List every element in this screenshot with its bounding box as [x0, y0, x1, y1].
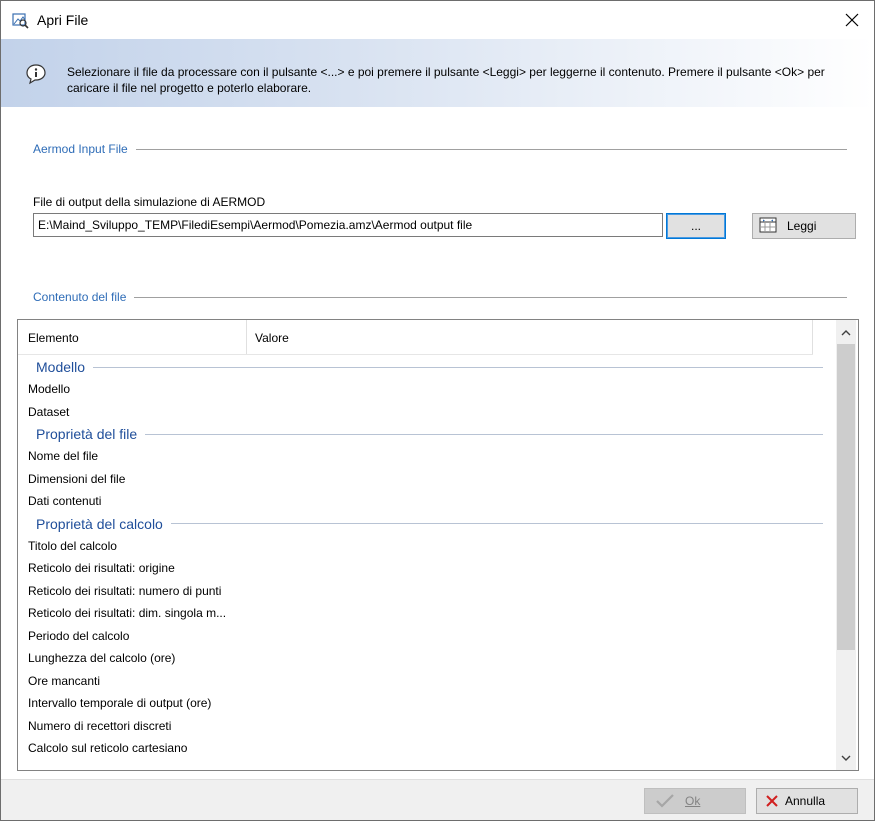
- category-divider: [145, 433, 823, 435]
- content-group: Contenuto del file: [33, 290, 847, 304]
- property-grid[interactable]: Elemento Valore Modello Modello Dataset …: [17, 319, 859, 771]
- banner-text: Selezionare il file da processare con il…: [67, 65, 825, 95]
- category-label: Proprietà del calcolo: [36, 515, 163, 532]
- input-group-title: Aermod Input File: [33, 142, 128, 156]
- grid-row[interactable]: Reticolo dei risultati: origine: [18, 557, 823, 580]
- grid-rows: Modello Modello Dataset Proprietà del fi…: [18, 356, 823, 760]
- read-button[interactable]: Leggi: [752, 213, 856, 239]
- grid-row[interactable]: Titolo del calcolo: [18, 535, 823, 558]
- grid-row[interactable]: Reticolo dei risultati: numero di punti: [18, 580, 823, 603]
- grid-row[interactable]: Ore mancanti: [18, 670, 823, 693]
- dialog-footer: Ok Annulla: [1, 779, 874, 820]
- group-divider: [134, 296, 847, 298]
- category-row[interactable]: Modello: [18, 356, 823, 378]
- close-icon: [845, 13, 859, 27]
- grid-row[interactable]: Calcolo sul reticolo cartesiano: [18, 737, 823, 760]
- chevron-up-icon: [841, 329, 851, 335]
- grid-header: Elemento Valore: [18, 320, 813, 355]
- checkmark-icon: [656, 794, 674, 808]
- info-banner: Selezionare il file da processare con il…: [1, 39, 874, 107]
- grid-row[interactable]: Reticolo dei risultati: dim. singola m..…: [18, 602, 823, 625]
- category-row[interactable]: Proprietà del file: [18, 423, 823, 445]
- column-header-valore[interactable]: Valore: [255, 331, 289, 345]
- grid-row[interactable]: Dati contenuti: [18, 490, 823, 513]
- file-path-input[interactable]: E:\Maind_Sviluppo_TEMP\FilediEsempi\Aerm…: [33, 213, 663, 237]
- title-bar: Apri File: [1, 1, 874, 39]
- grid-row[interactable]: Dataset: [18, 401, 823, 424]
- read-button-label: Leggi: [787, 219, 817, 233]
- grid-row[interactable]: Dimensioni del file: [18, 468, 823, 491]
- close-button[interactable]: [830, 1, 874, 39]
- grid-row[interactable]: Nome del file: [18, 445, 823, 468]
- grid-row[interactable]: Intervallo temporale di output (ore): [18, 692, 823, 715]
- scroll-down-button[interactable]: [836, 746, 856, 770]
- column-separator: [812, 320, 813, 354]
- category-divider: [170, 523, 823, 524]
- input-file-group: Aermod Input File: [33, 142, 847, 156]
- ok-button-label: Ok: [685, 794, 701, 808]
- column-header-elemento[interactable]: Elemento: [28, 331, 79, 345]
- grid-row[interactable]: Numero di recettori discreti: [18, 715, 823, 738]
- chevron-down-icon: [841, 755, 851, 761]
- category-label: Proprietà del file: [36, 426, 138, 442]
- column-separator: [246, 320, 247, 354]
- cancel-button-label: Annulla: [785, 794, 826, 808]
- category-row[interactable]: Proprietà del calcolo: [18, 513, 823, 535]
- open-file-app-icon: [11, 11, 29, 29]
- cancel-x-icon: [766, 795, 778, 807]
- category-label: Modello: [36, 359, 86, 375]
- read-table-icon: [759, 217, 777, 236]
- ok-button[interactable]: Ok: [644, 788, 746, 814]
- info-icon: [25, 63, 47, 85]
- category-divider: [93, 366, 823, 368]
- group-divider: [135, 148, 847, 150]
- browse-button[interactable]: ...: [666, 213, 726, 239]
- window-title: Apri File: [37, 12, 89, 28]
- grid-row[interactable]: Modello: [18, 378, 823, 401]
- open-file-dialog: Apri File Selezionare il file da process…: [0, 0, 875, 821]
- vertical-scrollbar[interactable]: [836, 320, 856, 770]
- output-file-label: File di output della simulazione di AERM…: [33, 195, 266, 209]
- grid-row[interactable]: Lunghezza del calcolo (ore): [18, 647, 823, 670]
- scroll-thumb[interactable]: [837, 344, 855, 650]
- scroll-up-button[interactable]: [836, 320, 856, 344]
- cancel-button[interactable]: Annulla: [756, 788, 858, 814]
- grid-row[interactable]: Periodo del calcolo: [18, 625, 823, 648]
- content-group-title: Contenuto del file: [33, 290, 127, 304]
